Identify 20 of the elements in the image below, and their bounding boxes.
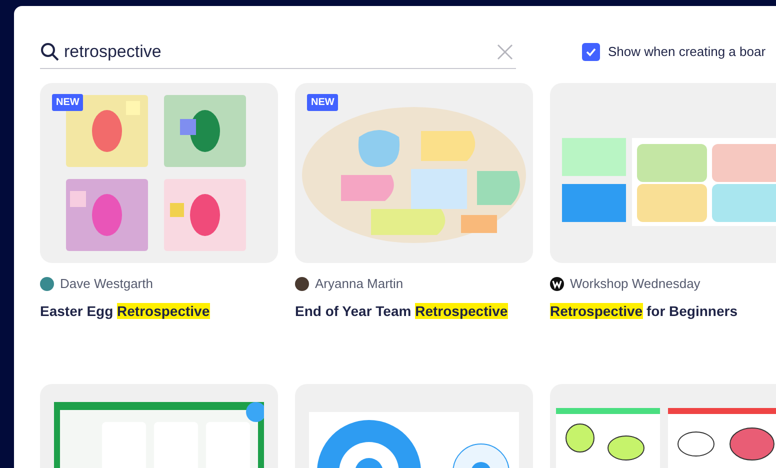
logo-icon [550,276,564,291]
avatar [295,276,309,291]
checkbox-label: Show when creating a boar [608,43,766,62]
template-title[interactable]: Retrospective for Beginners [550,300,776,322]
search-field[interactable]: retrospective [64,38,493,64]
checkmark-icon [585,46,597,58]
template-thumbnail[interactable] [550,83,776,263]
checkbox[interactable] [582,43,600,61]
template-thumbnail[interactable]: NEW [295,83,533,263]
author-name: Workshop Wednesday [570,275,700,293]
new-badge: NEW [307,94,338,111]
avatar [40,276,54,291]
author-name: Dave Westgarth [60,275,153,293]
search-icon [40,42,60,62]
template-title[interactable]: End of Year Team Retrospective [295,300,533,322]
author-name: Aryanna Martin [315,275,404,293]
close-icon[interactable] [497,44,513,60]
template-thumbnail[interactable]: NEW [40,83,278,263]
new-badge: NEW [52,94,84,111]
template-title[interactable]: Easter Egg Retrospective [40,300,278,322]
